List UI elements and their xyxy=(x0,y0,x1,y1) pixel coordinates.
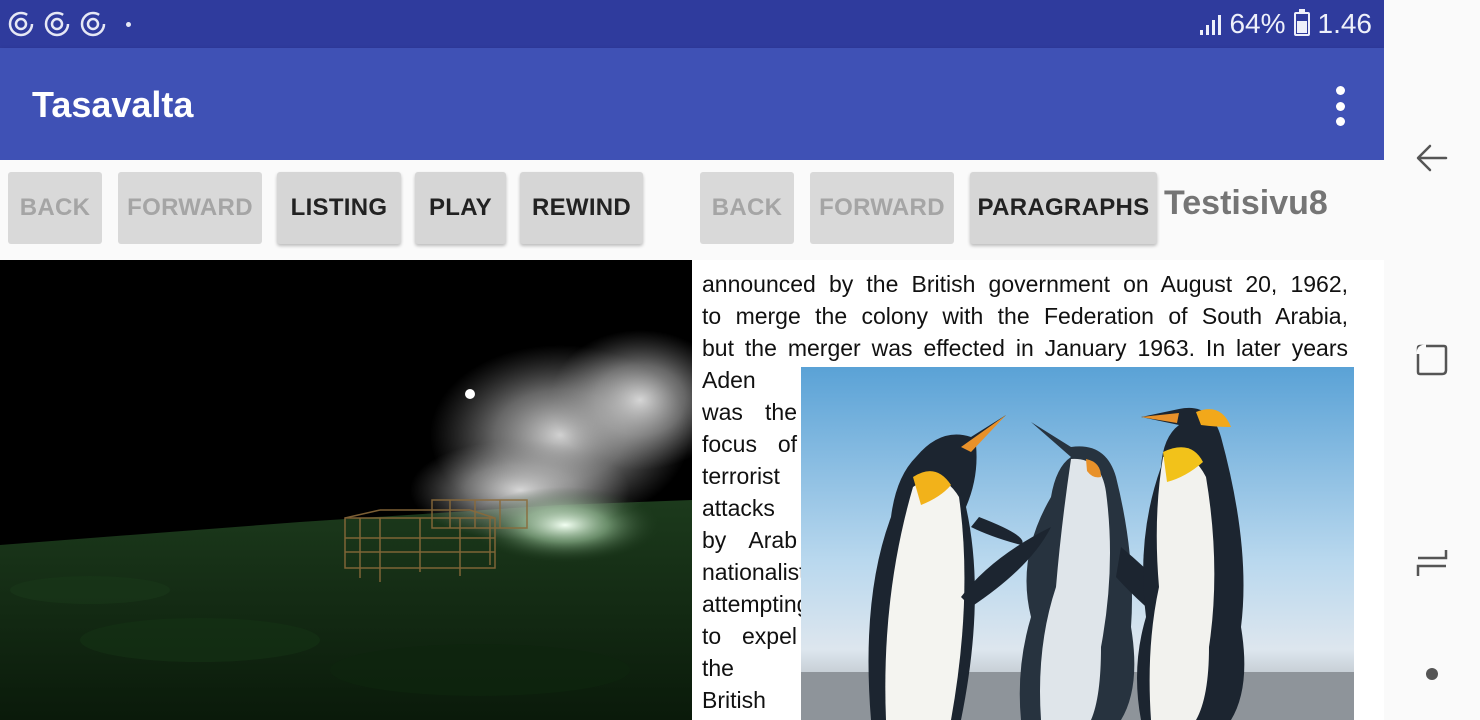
signal-icon xyxy=(1200,13,1222,35)
article-side-line: the xyxy=(702,655,734,681)
article-side-line: British xyxy=(702,687,766,713)
article-line: announced by the British government on A… xyxy=(702,271,1348,297)
screen: 64% 1.46 Tasavalta BACK FORWARD LISTING … xyxy=(0,0,1480,720)
status-bar: 64% 1.46 xyxy=(0,0,1384,48)
home-dot-icon[interactable] xyxy=(1412,654,1452,694)
right-forward-button[interactable]: FORWARD xyxy=(810,172,954,244)
navigation-bar xyxy=(1384,0,1480,720)
article-side-line: terrorist xyxy=(702,463,780,489)
paragraphs-button[interactable]: PARAGRAPHS xyxy=(970,172,1157,244)
recents-icon[interactable] xyxy=(1412,340,1452,380)
article-side-line: attacks xyxy=(702,495,775,521)
overview-icon[interactable] xyxy=(1412,542,1452,582)
scene-render xyxy=(0,260,692,720)
more-vert-icon[interactable] xyxy=(1326,86,1354,126)
sync-icon xyxy=(44,11,70,37)
play-button[interactable]: PLAY xyxy=(415,172,506,244)
app-bar: Tasavalta xyxy=(0,48,1384,160)
app-title: Tasavalta xyxy=(32,84,194,125)
article-view[interactable]: — announced by the British government on… xyxy=(692,260,1384,720)
status-right: 64% 1.46 xyxy=(1200,0,1372,48)
article-side-line: Aden xyxy=(702,367,756,393)
back-arrow-icon[interactable] xyxy=(1412,138,1452,178)
page-title: Testisivu8 xyxy=(1164,184,1328,222)
sync-icon xyxy=(80,11,106,37)
penguins-image xyxy=(801,367,1354,720)
left-forward-button[interactable]: FORWARD xyxy=(118,172,262,244)
toolbar: BACK FORWARD LISTING PLAY REWIND BACK FO… xyxy=(0,160,1384,260)
article-side-line: focus of xyxy=(702,431,797,457)
sync-icon xyxy=(8,11,34,37)
article-side-line: by Arab xyxy=(702,527,797,553)
battery-charging-icon xyxy=(1293,9,1310,36)
rewind-button[interactable]: REWIND xyxy=(520,172,643,244)
right-back-button[interactable]: BACK xyxy=(700,172,794,244)
left-back-button[interactable]: BACK xyxy=(8,172,102,244)
3d-scene-view[interactable] xyxy=(0,260,692,720)
article-line: to merge the colony with the Federation … xyxy=(702,303,1348,329)
status-time: 1.46 xyxy=(1317,8,1373,39)
listing-button[interactable]: LISTING xyxy=(277,172,401,244)
article-side-line: was the xyxy=(702,399,797,425)
battery-percent: 64% xyxy=(1229,8,1286,39)
article-side-line: to expel xyxy=(702,623,797,649)
dot-icon xyxy=(126,22,131,27)
article-side-line: attempting xyxy=(702,591,810,617)
article-line: but the merger was effected in January 1… xyxy=(702,335,1348,361)
article-side-line: nationalists xyxy=(702,559,818,585)
